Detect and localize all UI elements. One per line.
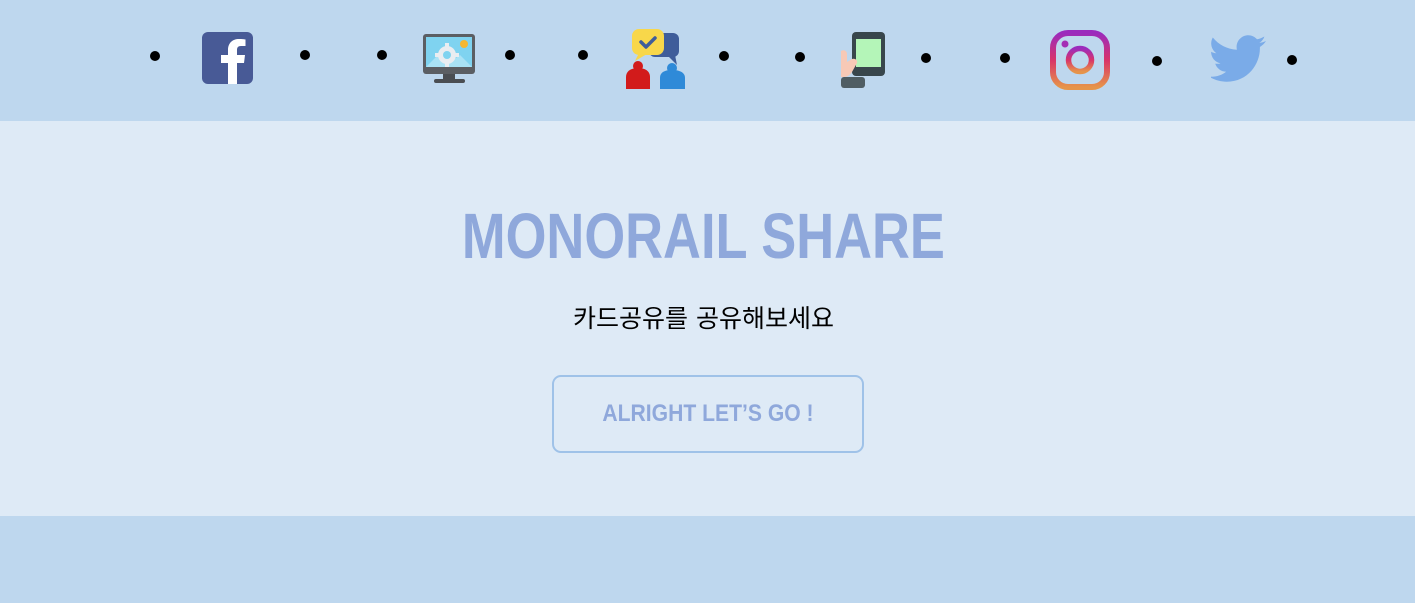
bullet-dot [505,50,515,60]
footer-band [0,516,1415,603]
bullet-dot [921,53,931,63]
instagram-icon[interactable] [1050,30,1110,94]
bullet-dot [719,51,729,61]
bullet-dot [1287,55,1297,65]
desktop-settings-icon[interactable] [422,33,476,89]
bullet-dot [578,50,588,60]
page-subtitle: 카드공유를 공유해보세요 [573,304,834,333]
twitter-icon[interactable] [1208,35,1267,87]
social-nav-bar [0,0,1415,121]
page-title: MONORAIL SHARE [461,200,945,272]
start-button[interactable]: ALRIGHT LET’S GO ! [552,375,864,453]
bullet-dot [300,50,310,60]
facebook-icon[interactable] [202,32,254,88]
bullet-dot [377,50,387,60]
hero-section: MONORAIL SHARE 카드공유를 공유해보세요 ALRIGHT LET’… [0,121,1415,516]
start-button-label: ALRIGHT LET’S GO ! [602,400,814,427]
bullet-dot [1152,56,1162,66]
bullet-dot [795,52,805,62]
mobile-touch-icon[interactable] [838,31,886,93]
bullet-dot [150,51,160,61]
bullet-dot [1000,53,1010,63]
chat-users-icon[interactable] [625,29,687,93]
